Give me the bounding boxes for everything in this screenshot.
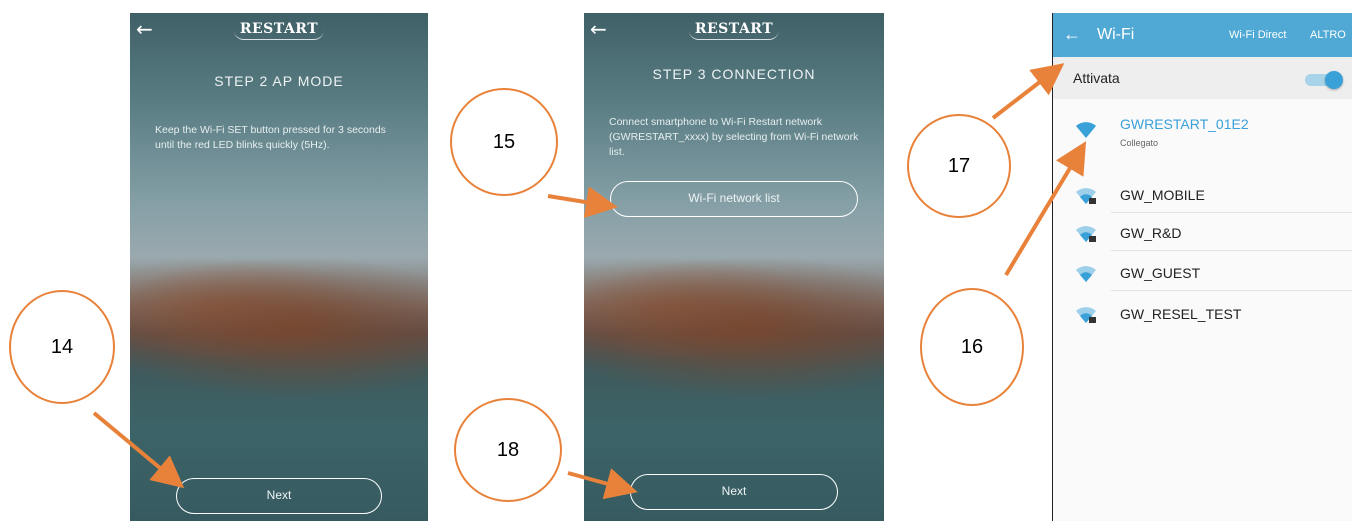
wifi-direct-button[interactable]: Wi-Fi Direct: [1229, 29, 1286, 41]
step-title: STEP 3 CONNECTION: [652, 66, 816, 82]
network-item[interactable]: GW_GUEST: [1053, 253, 1352, 293]
network-item[interactable]: GW_R&D: [1053, 213, 1352, 253]
page-title: Wi-Fi: [1097, 26, 1135, 43]
wifi-toggle-switch[interactable]: [1305, 71, 1343, 89]
restart-logo: RESTART: [233, 19, 325, 40]
callout-14: 14: [9, 290, 115, 404]
wifi-toggle-row[interactable]: Attivata: [1053, 57, 1352, 99]
network-item[interactable]: GW_MOBILE: [1053, 175, 1352, 215]
wifi-secured-icon: [1076, 226, 1096, 242]
arrow-left-icon[interactable]: ←: [136, 19, 153, 39]
step-instructions: Keep the Wi-Fi SET button pressed for 3 …: [155, 124, 386, 151]
switch-knob: [1325, 71, 1343, 89]
arrow-left-icon[interactable]: ←: [1063, 25, 1081, 43]
step-title: STEP 2 AP MODE: [214, 73, 344, 89]
wifi-secured-icon: [1076, 188, 1096, 204]
wifi-signal-icon: [1076, 266, 1096, 282]
more-button[interactable]: ALTRO: [1310, 29, 1346, 41]
restart-logo: RESTART: [688, 19, 780, 40]
network-name: GW_MOBILE: [1120, 187, 1205, 203]
wifi-network-list-button[interactable]: Wi-Fi network list: [610, 181, 858, 217]
step2-screen: ← RESTART STEP 2 AP MODE Keep the Wi-Fi …: [130, 13, 428, 521]
network-item[interactable]: GW_RESEL_TEST: [1053, 294, 1352, 334]
blurred-background: [130, 13, 428, 521]
wifi-signal-icon: [1076, 122, 1096, 138]
network-name: GW_GUEST: [1120, 265, 1201, 281]
network-item[interactable]: GWRESTART_01E2 Collegato: [1053, 109, 1352, 153]
arrow-left-icon[interactable]: ←: [590, 19, 607, 39]
divider: [1111, 250, 1352, 251]
step-instructions: Connect smartphone to Wi-Fi Restart netw…: [609, 116, 859, 158]
callout-18: 18: [454, 398, 562, 502]
callout-17: 17: [907, 114, 1011, 218]
callout-15: 15: [450, 88, 558, 196]
divider: [1111, 290, 1352, 291]
android-wifi-settings: ← Wi-Fi Wi-Fi Direct ALTRO Attivata GWRE…: [1052, 13, 1352, 521]
network-name: GW_R&D: [1120, 225, 1182, 241]
app-bar: ← Wi-Fi Wi-Fi Direct ALTRO: [1053, 13, 1352, 57]
network-name: GW_RESEL_TEST: [1120, 306, 1242, 322]
arrow-17: [991, 63, 1065, 120]
network-status: Collegato: [1120, 138, 1159, 148]
next-button[interactable]: Next: [176, 478, 382, 514]
wifi-secured-icon: [1076, 307, 1096, 323]
blurred-background: [584, 13, 884, 521]
next-button[interactable]: Next: [630, 474, 838, 510]
network-name: GWRESTART_01E2: [1120, 116, 1249, 132]
step3-screen: ← RESTART STEP 3 CONNECTION Connect smar…: [584, 13, 884, 521]
callout-16: 16: [920, 288, 1024, 406]
wifi-toggle-label: Attivata: [1073, 70, 1120, 86]
